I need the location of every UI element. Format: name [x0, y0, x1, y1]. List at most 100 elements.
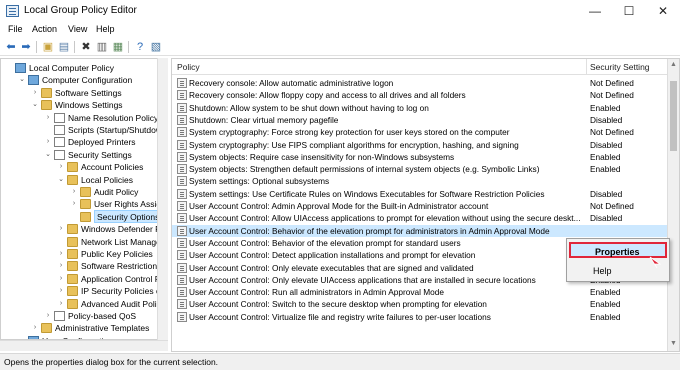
expand-chevron-icon[interactable]: ›	[44, 136, 52, 148]
show-hide-tree-icon[interactable]: ▤	[57, 40, 71, 54]
expand-chevron-icon[interactable]: ⌄	[44, 149, 52, 161]
security-setting: Not Defined	[590, 127, 634, 138]
export-list-icon[interactable]: ▦	[111, 40, 125, 54]
table-row[interactable]: System objects: Strengthen default permi…	[172, 163, 672, 175]
security-setting: Enabled	[590, 311, 621, 322]
policy-name: User Account Control: Only elevate execu…	[189, 262, 474, 273]
table-row[interactable]: User Account Control: Admin Approval Mod…	[172, 200, 672, 212]
table-row[interactable]: User Account Control: Switch to the secu…	[172, 298, 672, 310]
policy-icon	[177, 274, 187, 285]
toolbar: ⬅ ➡ ▣ ▤ ✖ ▥ ▦ ? ▧	[0, 38, 680, 56]
tree-node-label: Public Key Policies	[81, 249, 153, 259]
expand-chevron-icon[interactable]: ›	[57, 273, 65, 285]
policy-name: Recovery console: Allow floppy copy and …	[189, 90, 466, 101]
expand-chevron-icon[interactable]: ›	[31, 322, 39, 334]
security-setting: Enabled	[590, 299, 621, 310]
minimize-button[interactable]: —	[578, 0, 612, 22]
expand-chevron-icon[interactable]: ›	[31, 87, 39, 99]
expand-chevron-icon[interactable]: ›	[57, 285, 65, 297]
scroll-down-icon[interactable]: ▼	[668, 338, 679, 350]
tree-node-label: IP Security Policies on	[81, 286, 166, 297]
tree-vertical-scrollbar[interactable]	[157, 58, 168, 340]
expand-chevron-icon[interactable]: ›	[57, 161, 65, 173]
tree-node-label: Audit Policy	[94, 187, 139, 197]
status-text: Opens the properties dialog box for the …	[4, 357, 219, 367]
column-header-setting[interactable]: Security Setting	[590, 62, 650, 72]
menu-help[interactable]: Help	[96, 24, 115, 34]
delete-icon[interactable]: ✖	[79, 40, 93, 54]
expand-chevron-icon[interactable]: ›	[70, 186, 78, 198]
table-row[interactable]: User Account Control: Allow UIAccess app…	[172, 212, 672, 224]
table-row[interactable]: User Account Control: Virtualize file an…	[172, 311, 672, 323]
back-arrow-icon[interactable]: ⬅	[4, 40, 18, 54]
expand-chevron-icon[interactable]: ›	[44, 112, 52, 124]
close-button[interactable]: ✕	[646, 0, 680, 22]
table-row[interactable]: System settings: Optional subsystems	[172, 175, 672, 187]
policy-icon	[177, 114, 187, 125]
maximize-button[interactable]: ☐	[612, 0, 646, 22]
expand-chevron-icon[interactable]: ⌄	[31, 99, 39, 111]
tree-node-label: Security Settings	[68, 149, 132, 160]
settings-icon	[54, 311, 65, 321]
policy-name: System cryptography: Force strong key pr…	[189, 127, 510, 138]
policy-icon	[177, 164, 187, 175]
expand-chevron-icon[interactable]: ⌄	[18, 74, 26, 86]
tree-node-label: Software Restriction Po	[81, 261, 168, 272]
expand-chevron-icon[interactable]: ›	[57, 260, 65, 272]
expand-chevron-icon[interactable]: ›	[57, 298, 65, 310]
expand-chevron-icon[interactable]: ›	[44, 310, 52, 322]
policy-icon	[177, 127, 187, 138]
toolbar-divider	[74, 41, 75, 53]
menu-view[interactable]: View	[68, 24, 87, 34]
scroll-thumb[interactable]	[670, 81, 677, 151]
column-header-policy[interactable]: Policy	[177, 62, 200, 72]
table-row[interactable]: Shutdown: Allow system to be shut down w…	[172, 102, 672, 114]
expand-chevron-icon[interactable]: ›	[57, 223, 65, 235]
expand-chevron-icon[interactable]: ›	[57, 248, 65, 260]
list-vertical-scrollbar[interactable]: ▲ ▼	[667, 59, 679, 351]
folder-icon	[67, 249, 78, 259]
table-row[interactable]: System settings: Use Certificate Rules o…	[172, 188, 672, 200]
expand-chevron-icon[interactable]: ›	[70, 198, 78, 210]
table-row[interactable]: User Account Control: Run all administra…	[172, 286, 672, 298]
table-row[interactable]: Recovery console: Allow automatic admini…	[172, 77, 672, 89]
expand-chevron-icon[interactable]: ⌄	[57, 174, 65, 186]
help-icon[interactable]: ?	[133, 40, 147, 54]
menu-action[interactable]: Action	[32, 24, 57, 34]
policy-icon	[177, 311, 187, 322]
security-setting: Disabled	[590, 213, 623, 224]
policy-name: System cryptography: Use FIPS compliant …	[189, 139, 519, 150]
tree-horizontal-scrollbar[interactable]	[0, 340, 168, 351]
table-row[interactable]: Shutdown: Clear virtual memory pagefile D…	[172, 114, 672, 126]
menu-bar: File Action View Help	[0, 22, 680, 38]
forward-arrow-icon[interactable]: ➡	[19, 40, 33, 54]
up-folder-icon[interactable]: ▣	[41, 40, 55, 54]
policy-name: User Account Control: Behavior of the el…	[189, 237, 461, 248]
policy-icon	[177, 201, 187, 211]
table-row[interactable]: System objects: Require case insensitivi…	[172, 151, 672, 163]
table-row[interactable]: User Account Control: Behavior of the el…	[172, 224, 672, 237]
folder-icon	[67, 162, 78, 173]
table-row[interactable]: System cryptography: Force strong key pr…	[172, 126, 672, 138]
column-divider[interactable]	[586, 59, 587, 75]
policy-icon	[177, 78, 187, 88]
console-tree: Local Computer Policy ⌄ Computer Configura…	[0, 58, 168, 340]
menu-file[interactable]: File	[8, 24, 23, 34]
scroll-up-icon[interactable]: ▲	[668, 59, 679, 71]
tree-node-label: Computer Configuration	[42, 75, 133, 86]
view-icon[interactable]: ▧	[149, 40, 163, 54]
table-row[interactable]: Recovery console: Allow floppy copy and …	[172, 89, 672, 101]
policy-icon	[177, 250, 187, 261]
properties-icon[interactable]: ▥	[95, 40, 109, 54]
policy-icon	[177, 225, 187, 236]
folder-icon	[41, 100, 52, 111]
policy-name: System settings: Optional subsystems	[189, 176, 330, 187]
computer-icon	[28, 75, 39, 86]
folder-icon	[41, 87, 52, 98]
policy-icon	[177, 213, 187, 224]
tree-node-label: Local Computer Policy	[29, 63, 115, 73]
table-row[interactable]: System cryptography: Use FIPS compliant …	[172, 139, 672, 151]
list-header: Policy Security Setting	[172, 59, 679, 75]
